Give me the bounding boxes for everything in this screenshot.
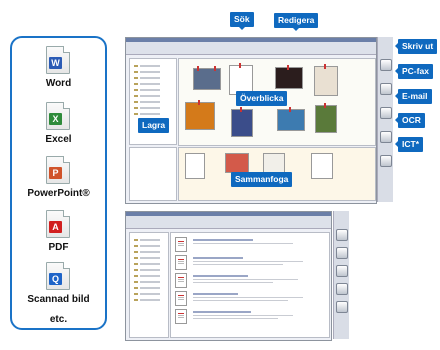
lower-pane-left	[129, 147, 177, 201]
overview-callout: Överblicka	[236, 91, 288, 106]
ict-icon[interactable]	[336, 301, 348, 313]
paperport-window-bottom	[125, 211, 332, 341]
ict-icon[interactable]	[380, 155, 392, 167]
powerpoint-label: PowerPoint®	[27, 188, 90, 199]
etc-label: etc.	[49, 314, 68, 325]
file-types-panel: W Word X Excel P PowerPoint® A PDF Q Sca…	[10, 36, 107, 330]
mail-icon[interactable]	[336, 265, 348, 277]
toolbar	[126, 216, 331, 229]
ocr-icon[interactable]	[336, 283, 348, 295]
powerpoint-icon: P	[46, 156, 70, 184]
pdf-icon: A	[46, 210, 70, 238]
search-callout: Sök	[230, 12, 254, 30]
list-item[interactable]	[175, 309, 325, 324]
list-item[interactable]	[175, 273, 325, 288]
thumbnail[interactable]	[231, 107, 253, 137]
email-callout: E-mail	[395, 89, 432, 104]
send-to-bar-bottom	[333, 211, 349, 339]
merge-callout: Sammanfoga	[231, 172, 293, 187]
thumbnail[interactable]	[311, 153, 333, 179]
pdf-label: PDF	[48, 242, 69, 253]
store-callout: Lagra	[138, 118, 170, 133]
folder-tree[interactable]	[129, 232, 169, 338]
thumbnail[interactable]	[277, 107, 305, 131]
printer-icon[interactable]	[336, 229, 348, 241]
edit-callout: Redigera	[274, 13, 319, 31]
pc-fax-callout: PC-fax	[395, 64, 433, 79]
list-item[interactable]	[175, 255, 325, 270]
excel-icon: X	[46, 102, 70, 130]
ict-callout: ICT*	[395, 137, 423, 152]
scanned-image-icon: Q	[46, 262, 70, 290]
search-results[interactable]	[170, 232, 330, 338]
thumbnail[interactable]	[314, 64, 338, 96]
scanned-image-label: Scannad bild	[27, 294, 90, 305]
thumbnail[interactable]	[193, 66, 221, 90]
excel-label: Excel	[45, 134, 72, 145]
thumbnail[interactable]	[315, 103, 337, 133]
ocr-callout: OCR	[395, 113, 425, 128]
list-item[interactable]	[175, 237, 325, 252]
word-label: Word	[45, 78, 72, 89]
thumbnail[interactable]	[275, 65, 303, 89]
list-item[interactable]	[175, 291, 325, 306]
toolbar	[126, 42, 376, 55]
word-icon: W	[46, 46, 70, 74]
thumbnail[interactable]	[185, 153, 205, 179]
print-callout: Skriv ut	[394, 39, 438, 54]
thumbnail[interactable]	[185, 100, 215, 130]
fax-icon[interactable]	[336, 247, 348, 259]
thumbnail[interactable]	[225, 153, 249, 173]
